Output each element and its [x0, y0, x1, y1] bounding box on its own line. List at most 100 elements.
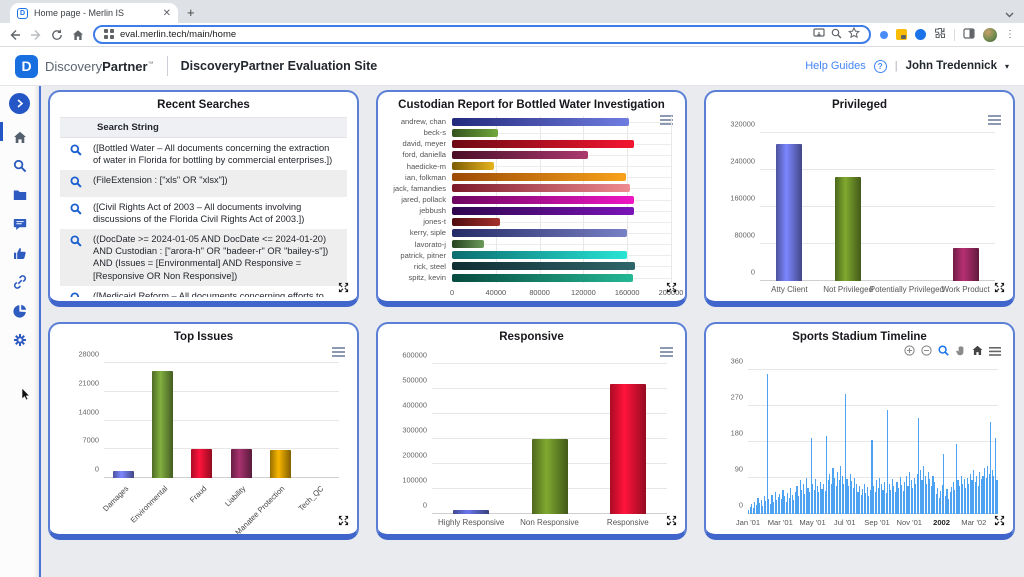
- search-row[interactable]: ([Civil Rights Act of 2003 – All documen…: [60, 197, 347, 229]
- bar-label: spitz, kevin: [388, 272, 452, 283]
- fullscreen-icon[interactable]: [666, 280, 677, 298]
- bar-label: patrick, pitner: [388, 250, 452, 261]
- menu-icon[interactable]: [989, 343, 1001, 361]
- back-icon[interactable]: [9, 29, 21, 41]
- caret-down-icon[interactable]: ▾: [1005, 62, 1009, 71]
- home-icon[interactable]: [72, 29, 84, 41]
- fullscreen-icon[interactable]: [338, 513, 349, 531]
- install-icon[interactable]: [813, 26, 825, 44]
- sidebar-item-settings[interactable]: [9, 330, 31, 350]
- bar[interactable]: [452, 184, 630, 192]
- bar[interactable]: [767, 374, 768, 514]
- sidebar-item-home[interactable]: [9, 127, 31, 147]
- bar[interactable]: [452, 140, 634, 148]
- bar[interactable]: [452, 240, 484, 248]
- sidebar-item-chat[interactable]: [9, 214, 31, 234]
- search-icon[interactable]: [70, 233, 84, 252]
- bar[interactable]: [452, 162, 494, 170]
- extensions-puzzle-icon[interactable]: [934, 26, 946, 44]
- sidebar-item-analytics[interactable]: [9, 301, 31, 321]
- bar[interactable]: [452, 207, 634, 215]
- bar[interactable]: [452, 274, 633, 282]
- panel-title: Top Issues: [60, 331, 347, 343]
- category-label: Liability: [223, 484, 247, 508]
- extension-dot-icon[interactable]: [880, 31, 888, 39]
- zoom-out-icon[interactable]: [921, 343, 932, 361]
- bar[interactable]: [452, 151, 588, 159]
- bar[interactable]: [152, 371, 173, 478]
- bar[interactable]: [452, 173, 626, 181]
- fullscreen-icon[interactable]: [666, 513, 677, 531]
- chevron-down-icon[interactable]: [1005, 5, 1014, 23]
- search-row[interactable]: ([Medicaid Reform – All documents concer…: [60, 286, 347, 297]
- axis-tick-label: Nov '01: [897, 518, 923, 527]
- search-row[interactable]: (FileExtension : ["xls" OR "xlsx"]): [60, 170, 347, 197]
- reload-icon[interactable]: [51, 29, 63, 41]
- bar[interactable]: [452, 129, 498, 137]
- fullscreen-icon[interactable]: [994, 513, 1005, 531]
- search-icon[interactable]: [70, 174, 84, 193]
- search-row[interactable]: ([Bottled Water – All documents concerni…: [60, 138, 347, 170]
- pan-icon[interactable]: [955, 343, 966, 361]
- bar[interactable]: [452, 196, 634, 204]
- browser-window: D Home page - Merlin IS ✕ + eval.merlin.…: [0, 0, 1024, 577]
- axis-tick-label: 320000: [730, 120, 755, 129]
- bar[interactable]: [270, 450, 291, 478]
- bar[interactable]: [191, 449, 212, 478]
- bar-label: beck-s: [388, 127, 452, 138]
- tab-close-icon[interactable]: ✕: [163, 8, 171, 19]
- bar[interactable]: [452, 229, 627, 237]
- search-row[interactable]: ((DocDate >= 2024-01-05 AND DocDate <= 2…: [60, 229, 347, 285]
- sidebar-item-folders[interactable]: [9, 185, 31, 205]
- search-icon[interactable]: [70, 290, 84, 297]
- axis-tick-label: 160000: [730, 194, 755, 203]
- profile-avatar[interactable]: [983, 28, 997, 42]
- bar[interactable]: [953, 248, 979, 281]
- fullscreen-icon[interactable]: [994, 280, 1005, 298]
- zoom-in-icon[interactable]: [904, 343, 915, 361]
- home-reset-icon[interactable]: [972, 343, 983, 361]
- plot-area: 090180270360Jan '01Mar '01May '01Jul '01…: [748, 362, 998, 514]
- bar[interactable]: [452, 118, 629, 126]
- bar[interactable]: [610, 384, 646, 514]
- help-icon[interactable]: ?: [874, 60, 887, 73]
- logo-wordmark[interactable]: DiscoveryPartner™: [45, 59, 154, 74]
- bar[interactable]: [835, 177, 861, 281]
- bar[interactable]: [113, 471, 134, 478]
- bar[interactable]: [532, 439, 568, 514]
- bar[interactable]: [776, 144, 802, 281]
- extension-orange-icon[interactable]: [896, 29, 907, 40]
- bar[interactable]: [231, 449, 252, 478]
- sidebar-item-review[interactable]: [9, 243, 31, 263]
- selection-zoom-icon[interactable]: [938, 343, 949, 361]
- forward-icon[interactable]: [30, 29, 42, 41]
- user-menu[interactable]: John Tredennick: [906, 60, 997, 72]
- panel-title: Recent Searches: [60, 99, 347, 111]
- bar[interactable]: [452, 262, 635, 270]
- fullscreen-icon[interactable]: [338, 280, 349, 298]
- axis-tick-label: 80000: [734, 231, 755, 240]
- bar[interactable]: [453, 510, 489, 514]
- bar[interactable]: [452, 251, 627, 259]
- sidebar-item-links[interactable]: [9, 272, 31, 292]
- discoverypartner-logo-icon[interactable]: D: [15, 55, 38, 78]
- new-tab-button[interactable]: +: [187, 5, 195, 20]
- search-icon[interactable]: [70, 142, 84, 161]
- browser-tab[interactable]: D Home page - Merlin IS ✕: [10, 3, 178, 23]
- sidebar-expand-button[interactable]: [9, 93, 30, 114]
- zoom-icon[interactable]: [831, 26, 842, 44]
- app-header: D DiscoveryPartner™ DiscoveryPartner Eva…: [0, 47, 1024, 86]
- kebab-menu-icon[interactable]: ⋮: [1005, 29, 1015, 40]
- help-guides-link[interactable]: Help Guides: [805, 60, 866, 72]
- site-info-icon[interactable]: [104, 26, 114, 44]
- sidebar-item-search[interactable]: [9, 156, 31, 176]
- url-bar[interactable]: eval.merlin.tech/main/home: [93, 25, 871, 44]
- bookmark-star-icon[interactable]: [848, 26, 860, 44]
- search-icon[interactable]: [70, 201, 84, 220]
- bar[interactable]: [452, 218, 500, 226]
- url-text[interactable]: eval.merlin.tech/main/home: [120, 29, 807, 40]
- side-panel-icon[interactable]: [963, 26, 975, 44]
- extension-blue-icon[interactable]: [915, 29, 926, 40]
- bar-label: jebbush: [388, 205, 452, 216]
- bar[interactable]: [996, 480, 997, 514]
